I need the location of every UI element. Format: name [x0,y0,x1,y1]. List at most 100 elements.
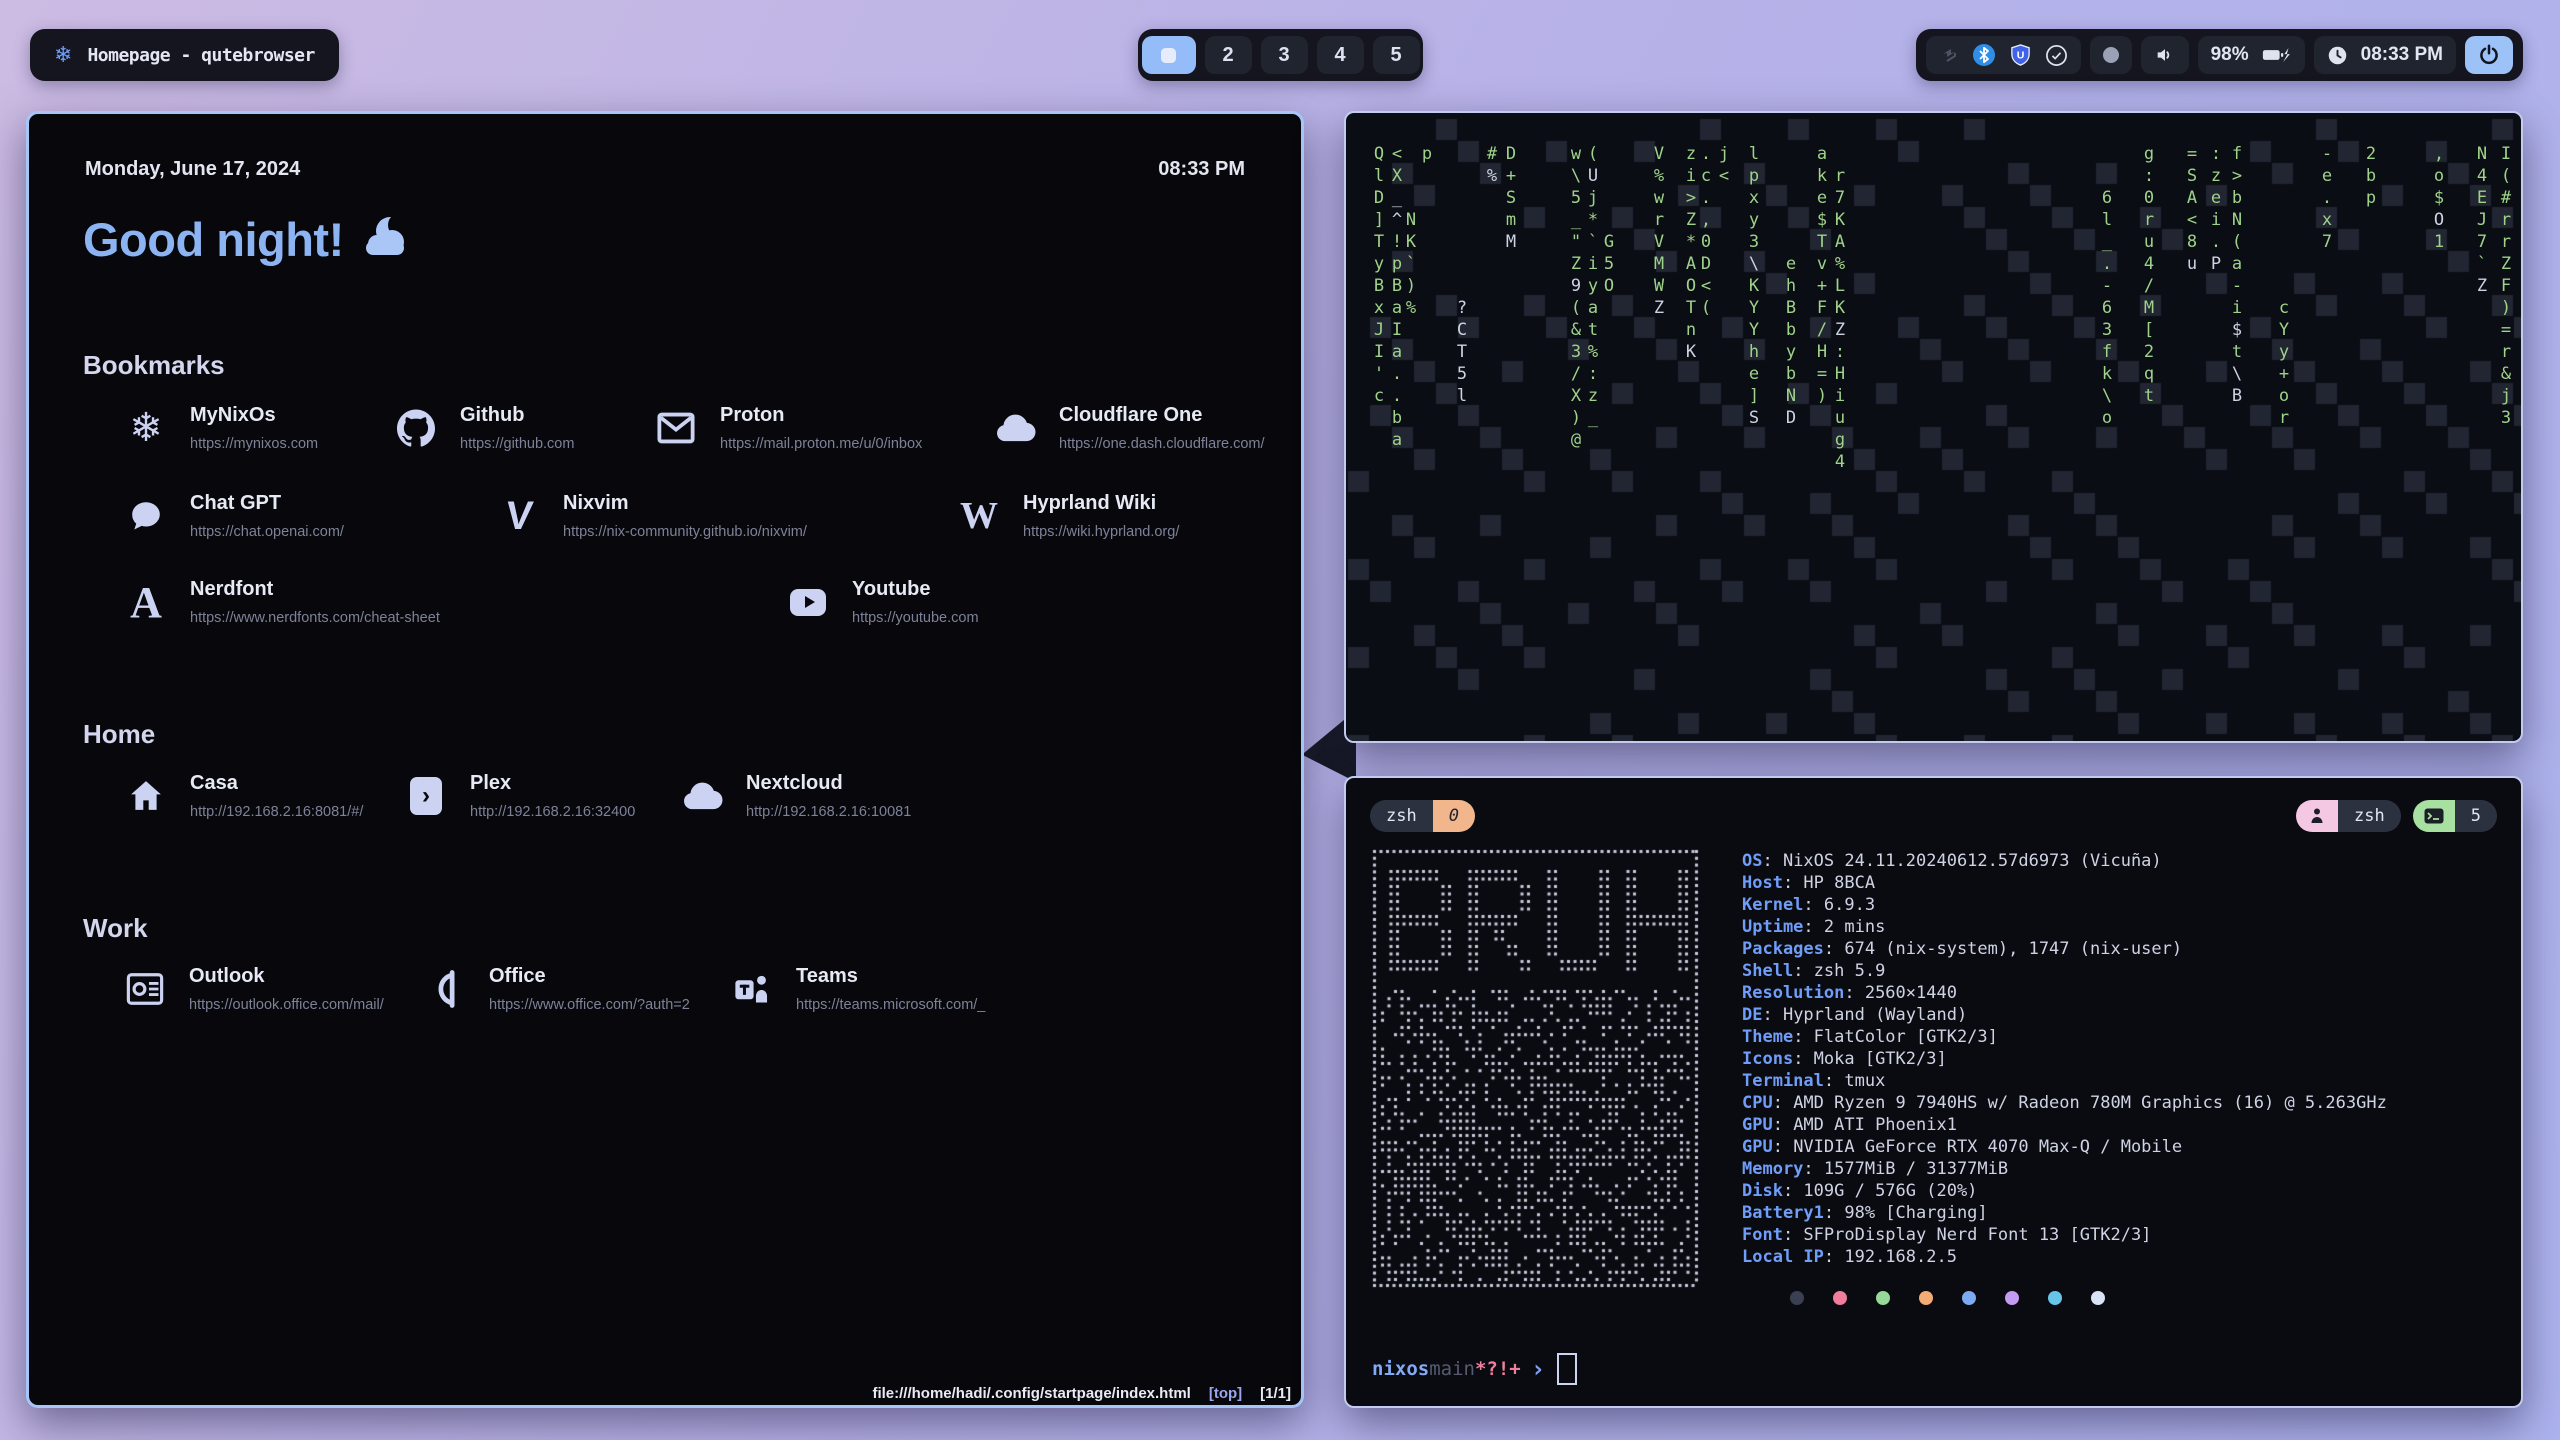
home-item-plex[interactable]: › Plexhttp://192.168.2.16:32400 [402,770,635,822]
matrix-column: #% [1483,143,1501,187]
fetch-line: Uptime: 2 mins [1742,916,2387,938]
fetch-line: Icons: Moka [GTK2/3] [1742,1048,2387,1070]
bookmark-item-mynixos[interactable]: ❄ MyNixOshttps://mynixos.com [122,402,318,454]
tmux-statusbar: zsh 0 zsh 5 [1370,800,2497,832]
svg-text:U: U [2016,49,2024,61]
letter-w-icon: W [955,490,1003,542]
shield-ublock-icon[interactable]: U [2009,43,2032,67]
statusbar-scroll-position: [top] [1209,1385,1242,1402]
bookmark-item-proton[interactable]: Protonhttps://mail.proton.me/u/0/inbox [652,402,922,454]
teams-icon [728,963,776,1015]
matrix-column: j< [1715,143,1733,187]
battery-indicator[interactable]: 98% [2198,36,2305,74]
tmux-session-chip[interactable]: zsh [2296,800,2401,832]
focused-window-title-pill: ❄ Homepage - qutebrowser [30,29,339,81]
section-title-bookmarks: Bookmarks [83,350,225,381]
office-icon [421,963,469,1015]
workspace-1[interactable] [1142,36,1196,74]
fetch-line: Kernel: 6.9.3 [1742,894,2387,916]
check-circle-icon[interactable] [2045,44,2068,67]
prompt-git-flags: *?!+ [1475,1358,1521,1380]
bookmark-item-github[interactable]: Githubhttps://github.com [392,402,574,454]
palette-dot [2005,1291,2019,1305]
greeting-text: Good night! [83,212,344,267]
fetch-line: DE: Hyprland (Wayland) [1742,1004,2387,1026]
speaker-icon [2154,44,2176,66]
prompt-chevron: › [1531,1355,1545,1383]
tmux-window-count-chip[interactable]: 5 [2413,800,2497,832]
nix-snowflake-icon: ❄ [54,44,72,66]
matrix-column: f>bN(a-i$t\B [2228,143,2246,407]
statusbar-tab-index: [1/1] [1260,1385,1291,1402]
palette-dot [1962,1291,1976,1305]
matrix-column: ?CT5l [1453,297,1471,407]
palette-dot [2091,1291,2105,1305]
power-button[interactable] [2465,36,2513,74]
shell-prompt[interactable]: nixos main *?!+ › [1372,1353,1577,1385]
work-item-teams[interactable]: Teamshttps://teams.microsoft.com/_ [728,963,985,1015]
home-item-casa[interactable]: Casahttp://192.168.2.16:8081/#/ [122,770,363,822]
startpage-date: Monday, June 17, 2024 [85,158,300,181]
bookmark-item-hyprland-wiki[interactable]: W Hyprland Wikihttps://wiki.hyprland.org… [955,490,1179,542]
tmux-window-count: 5 [2455,800,2497,832]
bookmark-item-chatgpt[interactable]: Chat GPThttps://chat.openai.com/ [122,490,344,542]
fetch-line: Shell: zsh 5.9 [1742,960,2387,982]
desktop: ❄ Homepage - qutebrowser 2345 U [0,0,2560,1440]
envelope-icon [652,402,700,454]
matrix-column: -e.x7 [2318,143,2336,253]
matrix-column: 2bp [2362,143,2380,209]
fastfetch-bruh-logo [1371,848,1701,1290]
palette-dot [1876,1291,1890,1305]
matrix-column: p [1418,143,1436,165]
bookmark-item-nerdfont[interactable]: A Nerdfonthttps://www.nerdfonts.com/chea… [122,576,440,628]
palette-dot [1790,1291,1804,1305]
matrix-column: ehBbybND [1782,253,1800,429]
moon-cloud-icon [362,217,418,263]
letter-v-icon: V [495,490,543,542]
palette-dot [1919,1291,1933,1305]
workspace-2[interactable]: 2 [1205,36,1252,74]
fetch-line: Memory: 1577MiB / 31377MiB [1742,1158,2387,1180]
work-item-office[interactable]: Officehttps://www.office.com/?auth=2 [421,963,690,1015]
section-title-home: Home [83,719,155,750]
tmux-window-name: zsh [1370,800,1433,832]
tmux-window-chip[interactable]: zsh 0 [1370,800,1475,832]
tmux-terminal-window[interactable]: zsh 0 zsh 5 OS: Nix [1344,776,2523,1408]
matrix-column: w\5_"Z9(&3/X)@ [1567,143,1585,451]
matrix-rain: QlD]TyBxJI'c<X_^!pBaIa..baNK`)%p?CT5l#%D… [1346,113,2521,741]
fetch-line: Disk: 109G / 576G (20%) [1742,1180,2387,1202]
bluetooth-icon[interactable] [1972,43,1996,67]
work-item-outlook[interactable]: Outlookhttps://outlook.office.com/mail/ [121,963,384,1015]
matrix-column: cYy+or [2275,297,2293,429]
record-dot-button[interactable] [2090,36,2132,74]
fetch-line: GPU: AMD ATI Phoenix1 [1742,1114,2387,1136]
network-arrows-icon[interactable] [1939,45,1959,65]
qutebrowser-window[interactable]: Monday, June 17, 2024 08:33 PM Good nigh… [26,111,1304,1408]
home-item-nextcloud[interactable]: Nextcloudhttp://192.168.2.16:10081 [678,770,911,822]
terminal-color-palette [1790,1291,2105,1305]
clock-indicator[interactable]: 08:33 PM [2314,36,2456,74]
plex-chevron-icon: › [402,770,450,822]
fetch-line: Battery1: 98% [Charging] [1742,1202,2387,1224]
window-title: Homepage - qutebrowser [87,45,314,66]
fetch-line: CPU: AMD Ryzen 9 7940HS w/ Radeon 780M G… [1742,1092,2387,1114]
volume-button[interactable] [2141,36,2189,74]
fetch-line: GPU: NVIDIA GeForce RTX 4070 Max-Q / Mob… [1742,1136,2387,1158]
statusbar-url: file:///home/hadi/.config/startpage/inde… [872,1385,1190,1402]
workspace-4[interactable]: 4 [1317,36,1364,74]
house-icon [122,770,170,822]
bookmark-item-youtube[interactable]: Youtubehttps://youtube.com [784,576,979,628]
matrix-column: lpxy3\KYYhe]S [1745,143,1763,429]
workspace-3[interactable]: 3 [1261,36,1308,74]
terminal-cursor [1557,1353,1577,1385]
bookmark-item-cloudflare[interactable]: Cloudflare Onehttps://one.dash.cloudflar… [991,402,1265,454]
cloud-icon [991,402,1039,454]
fastfetch-info: OS: NixOS 24.11.20240612.57d6973 (Vicuña… [1742,850,2387,1268]
bookmark-item-nixvim[interactable]: V Nixvimhttps://nix-community.github.io/… [495,490,807,542]
fetch-line: Local IP: 192.168.2.5 [1742,1246,2387,1268]
matrix-terminal-window[interactable]: QlD]TyBxJI'c<X_^!pBaIa..baNK`)%p?CT5l#%D… [1344,111,2523,743]
tmux-session-name: zsh [2338,800,2401,832]
workspace-5[interactable]: 5 [1373,36,1420,74]
power-icon [2477,43,2501,67]
battery-charging-icon [2262,44,2292,66]
